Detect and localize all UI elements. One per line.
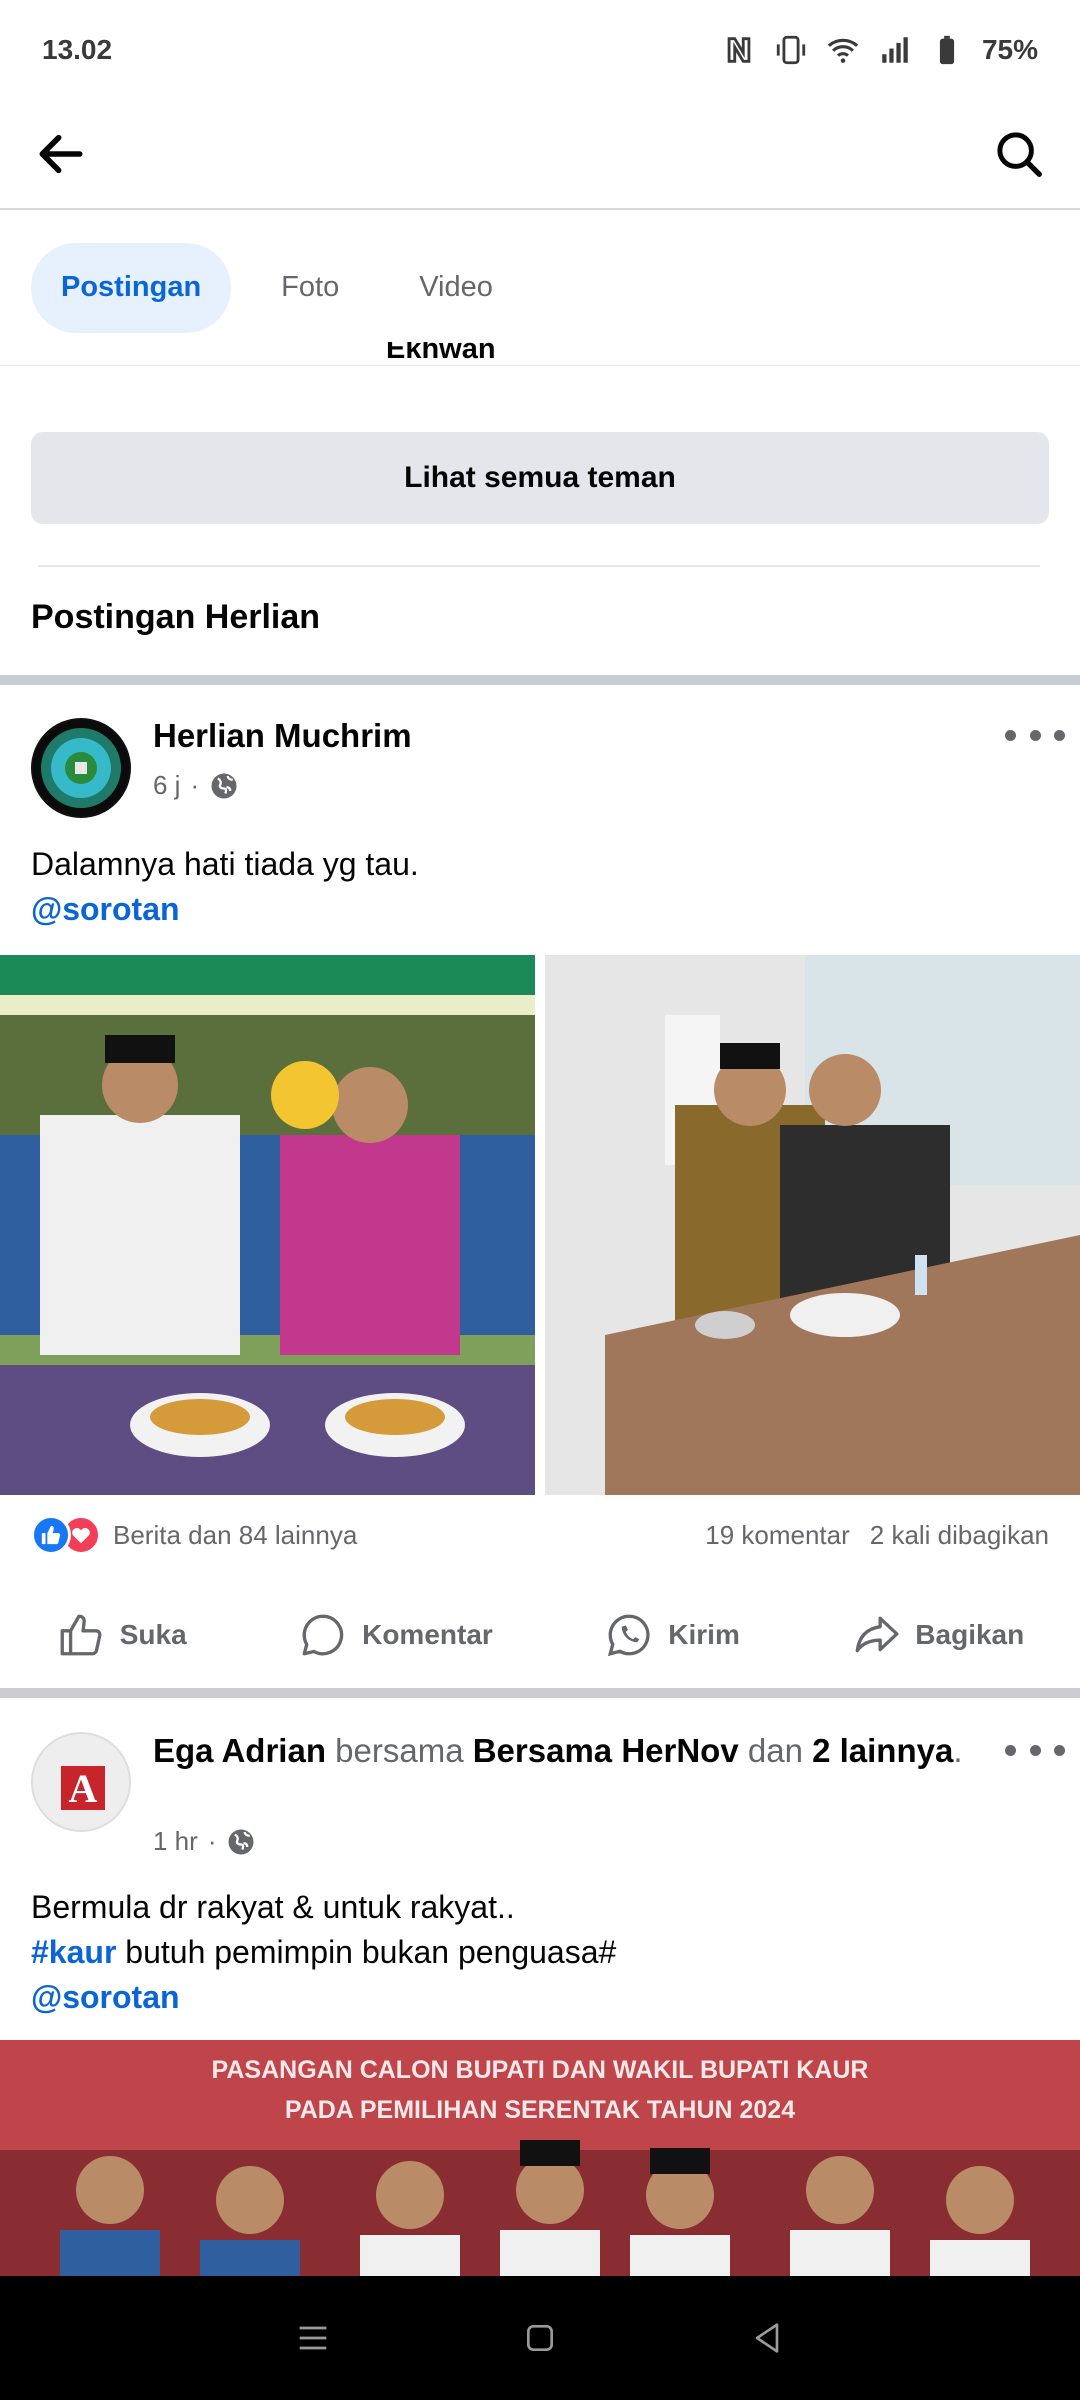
- post-photo-2[interactable]: [545, 955, 1080, 1495]
- meta-dot: ·: [207, 1826, 217, 1856]
- avatar-logo-icon: [33, 720, 129, 816]
- more-dot: [1054, 1744, 1065, 1756]
- section-separator: [0, 675, 1080, 685]
- hashtag-link[interactable]: #kaur: [31, 1934, 116, 1970]
- friend-name-partial[interactable]: Ekhwan: [386, 342, 496, 366]
- and-word: dan: [747, 1732, 803, 1769]
- post-author-avatar[interactable]: [31, 718, 131, 818]
- post-separator: [0, 1688, 1080, 1698]
- post2-others[interactable]: 2 lainnya: [812, 1732, 953, 1769]
- post2-author-line: Ega Adrian bersama Bersama HerNov dan 2 …: [153, 1730, 983, 1772]
- comment-label: Komentar: [362, 1619, 493, 1650]
- more-dot: [1005, 1744, 1016, 1756]
- nfc-icon: [727, 37, 751, 63]
- post-meta: 6 j ·: [153, 770, 239, 801]
- period: .: [953, 1732, 963, 1769]
- battery-icon: [939, 35, 955, 65]
- see-all-friends-button[interactable]: Lihat semua teman: [31, 432, 1049, 524]
- svg-text:A: A: [69, 1766, 98, 1811]
- more-dot: [1029, 1744, 1041, 1756]
- vibrate-icon: [776, 35, 806, 65]
- signal-icon: [882, 37, 908, 63]
- share-arrow-icon: [855, 1616, 899, 1653]
- post-body: Dalamnya hati tiada yg tau.: [31, 846, 419, 882]
- tab-video[interactable]: Video: [389, 243, 523, 333]
- photo-gathering-image: [0, 955, 535, 1495]
- mention-link[interactable]: @sorotan: [31, 887, 419, 932]
- photo-office-image: [545, 955, 1080, 1495]
- post-actions: Suka Komentar Kirim Bagikan: [0, 1590, 1080, 1680]
- reactions-text: Berita dan 84 lainnya: [113, 1519, 358, 1550]
- post-time[interactable]: 6 j: [153, 770, 180, 801]
- back-arrow-icon: [39, 134, 83, 174]
- globe-icon: [211, 773, 237, 798]
- profile-tabs: Postingan Foto Video: [0, 210, 1080, 366]
- banner-caption: PASANGAN CALON BUPATI DAN WAKIL BUPATI K…: [0, 2050, 1080, 2130]
- reactions-summary[interactable]: Berita dan 84 lainnya 19 komentar 2 kali…: [31, 1510, 1049, 1560]
- battery-percent: 75%: [981, 34, 1038, 65]
- status-bar: 13.02 75%: [0, 0, 1080, 100]
- with-word: bersama: [335, 1732, 464, 1769]
- comment-icon: [302, 1614, 344, 1656]
- status-icons: 75%: [722, 33, 1038, 67]
- meta-dot: ·: [190, 770, 200, 800]
- banner-line-2: PADA PEMILIHAN SERENTAK TAHUN 2024: [284, 2096, 796, 2124]
- post2-author-name[interactable]: Ega Adrian: [153, 1732, 326, 1769]
- post-author-name[interactable]: Herlian Muchrim: [153, 715, 412, 757]
- top-app-bar: [0, 100, 1080, 210]
- tab-foto[interactable]: Foto: [251, 243, 369, 333]
- more-dot: [1029, 729, 1041, 741]
- more-dot: [1005, 729, 1016, 741]
- post2-author-avatar[interactable]: A: [31, 1732, 131, 1832]
- globe-icon: [228, 1829, 254, 1854]
- shares-count[interactable]: 2 kali dibagikan: [870, 1520, 1049, 1551]
- wifi-icon: [827, 38, 859, 63]
- post2-meta: 1 hr ·: [153, 1826, 256, 1857]
- like-button[interactable]: Suka: [56, 1610, 187, 1660]
- post2-tagged[interactable]: Bersama HerNov: [473, 1732, 739, 1769]
- back-button[interactable]: [28, 121, 94, 187]
- send-button[interactable]: Kirim: [604, 1610, 740, 1660]
- post-photo-1[interactable]: [0, 955, 535, 1495]
- menu-icon[interactable]: [293, 2318, 333, 2358]
- send-label: Kirim: [668, 1619, 740, 1650]
- post2-time[interactable]: 1 hr: [153, 1826, 198, 1857]
- more-dot: [1054, 729, 1065, 741]
- search-button[interactable]: [986, 121, 1052, 187]
- post2-photo[interactable]: PASANGAN CALON BUPATI DAN WAKIL BUPATI K…: [0, 2040, 1080, 2276]
- tab-postingan[interactable]: Postingan: [31, 242, 232, 333]
- post2-mention-link[interactable]: @sorotan: [31, 1975, 616, 2020]
- section-title: Postingan Herlian: [31, 598, 321, 636]
- whatsapp-icon: [608, 1614, 650, 1657]
- post2-line2: #kaur butuh pemimpin bukan penguasa#: [31, 1930, 616, 1975]
- search-icon: [997, 132, 1042, 177]
- post-more-options[interactable]: [1005, 720, 1065, 750]
- system-nav-bar: [0, 2276, 1080, 2400]
- post2-line1: Bermula dr rakyat & untuk rakyat..: [31, 1889, 515, 1925]
- post2-more-options[interactable]: [1005, 1735, 1065, 1765]
- divider: [38, 565, 1040, 567]
- home-icon[interactable]: [520, 2318, 560, 2358]
- share-button[interactable]: Bagikan: [851, 1610, 1024, 1660]
- comments-count[interactable]: 19 komentar: [705, 1520, 850, 1551]
- banner-line-1: PASANGAN CALON BUPATI DAN WAKIL BUPATI K…: [211, 2056, 869, 2084]
- like-label: Suka: [119, 1619, 187, 1650]
- share-label: Bagikan: [915, 1619, 1025, 1650]
- post2-text: Bermula dr rakyat & untuk rakyat.. #kaur…: [31, 1885, 616, 2020]
- avatar-letter-a-icon: A: [33, 1734, 129, 1830]
- status-time: 13.02: [42, 34, 113, 65]
- like-reaction-icon: [31, 1515, 71, 1555]
- post2-line2-rest: butuh pemimpin bukan penguasa#: [116, 1934, 617, 1970]
- thumbs-up-icon: [60, 1614, 102, 1656]
- post-text: Dalamnya hati tiada yg tau. @sorotan: [31, 842, 419, 932]
- comment-button[interactable]: Komentar: [298, 1610, 493, 1660]
- back-nav-icon[interactable]: [747, 2318, 787, 2358]
